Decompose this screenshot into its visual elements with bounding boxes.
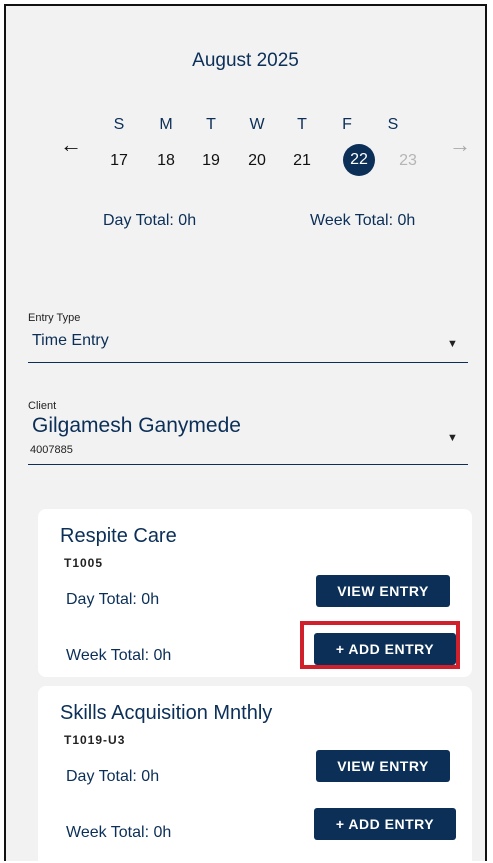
dow-sat: S <box>387 116 399 133</box>
dow-thu: T <box>297 116 307 133</box>
entry-type-underline <box>28 362 468 363</box>
chevron-down-icon[interactable]: ▼ <box>447 338 458 350</box>
client-id: 4007885 <box>30 444 73 456</box>
date-20[interactable]: 20 <box>241 152 273 170</box>
service-week-total: Week Total: 0h <box>66 824 172 841</box>
month-title: August 2025 <box>192 50 299 71</box>
service-code: T1005 <box>64 556 104 570</box>
date-22-selected[interactable]: 22 <box>343 144 375 176</box>
date-17[interactable]: 17 <box>103 152 135 170</box>
app-frame: August 2025 ← → S M T W T F S 17 18 19 2… <box>4 4 487 861</box>
service-day-total: Day Total: 0h <box>66 591 160 608</box>
date-18[interactable]: 18 <box>150 152 182 170</box>
client-label: Client <box>28 400 57 412</box>
service-title: Skills Acquisition Mnthly <box>60 702 273 724</box>
view-entry-button[interactable]: VIEW ENTRY <box>316 750 450 782</box>
service-code: T1019-U3 <box>64 733 126 747</box>
dow-wed: W <box>249 116 265 133</box>
service-title: Respite Care <box>60 525 177 547</box>
service-card-respite-care: Respite Care T1005 Day Total: 0h VIEW EN… <box>38 509 472 677</box>
entry-type-label: Entry Type <box>28 312 81 324</box>
dow-mon: M <box>159 116 173 133</box>
dow-fri: F <box>342 116 352 133</box>
dow-sun: S <box>113 116 125 133</box>
date-19[interactable]: 19 <box>195 152 227 170</box>
service-day-total: Day Total: 0h <box>66 768 160 785</box>
service-card-skills-acquisition: Skills Acquisition Mnthly T1019-U3 Day T… <box>38 686 472 861</box>
chevron-down-icon[interactable]: ▼ <box>447 432 458 444</box>
prev-week-arrow-icon[interactable]: ← <box>60 132 82 158</box>
dow-tue: T <box>206 116 216 133</box>
client-select[interactable]: Gilgamesh Ganymede <box>32 414 241 438</box>
client-underline <box>28 464 468 465</box>
entry-type-select[interactable]: Time Entry <box>32 332 109 350</box>
view-entry-button[interactable]: VIEW ENTRY <box>316 575 450 607</box>
add-entry-button[interactable]: + ADD ENTRY <box>314 808 456 840</box>
service-week-total: Week Total: 0h <box>66 647 172 664</box>
add-entry-button[interactable]: + ADD ENTRY <box>314 633 456 665</box>
calendar-day-total: Day Total: 0h <box>103 212 197 229</box>
calendar-week-total: Week Total: 0h <box>310 212 416 229</box>
date-21[interactable]: 21 <box>286 152 318 170</box>
next-week-arrow-icon: → <box>449 132 471 157</box>
date-23: 23 <box>399 152 417 169</box>
